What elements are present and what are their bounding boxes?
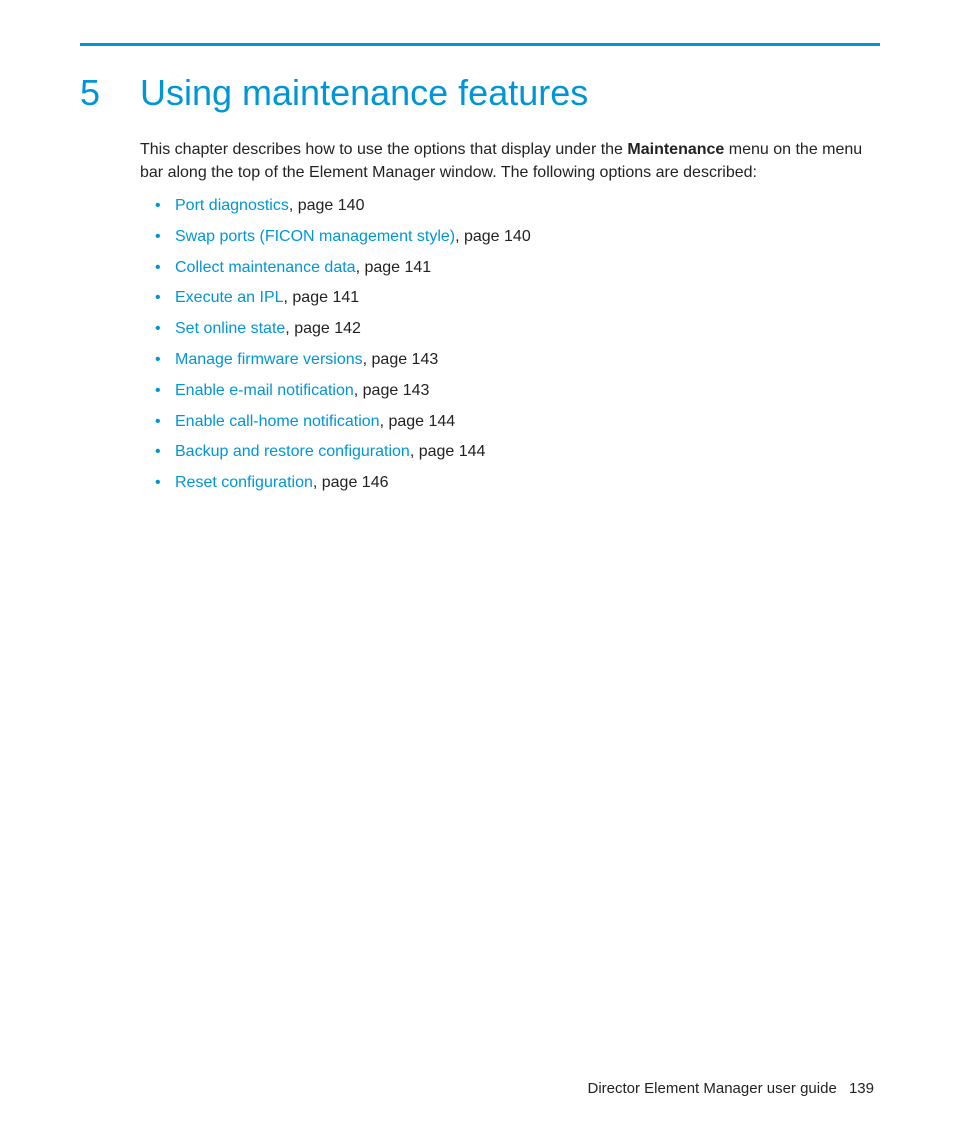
list-item: • Enable e-mail notification, page 143 [155,379,855,404]
toc-page: , page 144 [380,413,456,430]
bullet-icon: • [155,256,161,281]
toc-link-collect-maintenance[interactable]: Collect maintenance data [175,259,356,276]
toc-page: , page 143 [363,351,439,368]
toc-link-port-diagnostics[interactable]: Port diagnostics [175,197,289,214]
toc-link-enable-callhome[interactable]: Enable call-home notification [175,413,380,430]
bullet-icon: • [155,317,161,342]
bullet-icon: • [155,379,161,404]
bullet-icon: • [155,440,161,465]
intro-paragraph: This chapter describes how to use the op… [140,138,865,184]
list-item: • Execute an IPL, page 141 [155,286,855,311]
bullet-icon: • [155,471,161,496]
toc-link-set-online-state[interactable]: Set online state [175,320,285,337]
list-item: • Reset configuration, page 146 [155,471,855,496]
chapter-number: 5 [80,72,140,114]
toc-page: , page 140 [289,197,365,214]
chapter-header: 5 Using maintenance features [80,72,588,114]
toc-page: , page 143 [354,382,430,399]
toc-link-execute-ipl[interactable]: Execute an IPL [175,289,284,306]
list-item: • Swap ports (FICON management style), p… [155,225,855,250]
list-item: • Port diagnostics, page 140 [155,194,855,219]
footer-title: Director Element Manager user guide [588,1080,837,1097]
toc-page: , page 144 [410,443,486,460]
bullet-icon: • [155,286,161,311]
toc-link-enable-email[interactable]: Enable e-mail notification [175,382,354,399]
bullet-icon: • [155,225,161,250]
intro-strong: Maintenance [627,141,724,158]
footer-page-number: 139 [849,1080,874,1097]
toc-page: , page 141 [356,259,432,276]
page-footer: Director Element Manager user guide 139 [588,1080,875,1097]
bullet-icon: • [155,194,161,219]
list-item: • Backup and restore configuration, page… [155,440,855,465]
toc-page: , page 142 [285,320,361,337]
toc-link-backup-restore[interactable]: Backup and restore configuration [175,443,410,460]
toc-link-reset-config[interactable]: Reset configuration [175,474,313,491]
top-rule [80,43,880,46]
list-item: • Manage firmware versions, page 143 [155,348,855,373]
chapter-title: Using maintenance features [140,72,588,114]
list-item: • Collect maintenance data, page 141 [155,256,855,281]
list-item: • Set online state, page 142 [155,317,855,342]
toc-link-swap-ports[interactable]: Swap ports (FICON management style) [175,228,455,245]
toc-list: • Port diagnostics, page 140 • Swap port… [155,194,855,502]
intro-prefix: This chapter describes how to use the op… [140,141,627,158]
toc-page: , page 141 [284,289,360,306]
toc-link-manage-firmware[interactable]: Manage firmware versions [175,351,363,368]
list-item: • Enable call-home notification, page 14… [155,410,855,435]
toc-page: , page 140 [455,228,531,245]
bullet-icon: • [155,348,161,373]
toc-page: , page 146 [313,474,389,491]
bullet-icon: • [155,410,161,435]
